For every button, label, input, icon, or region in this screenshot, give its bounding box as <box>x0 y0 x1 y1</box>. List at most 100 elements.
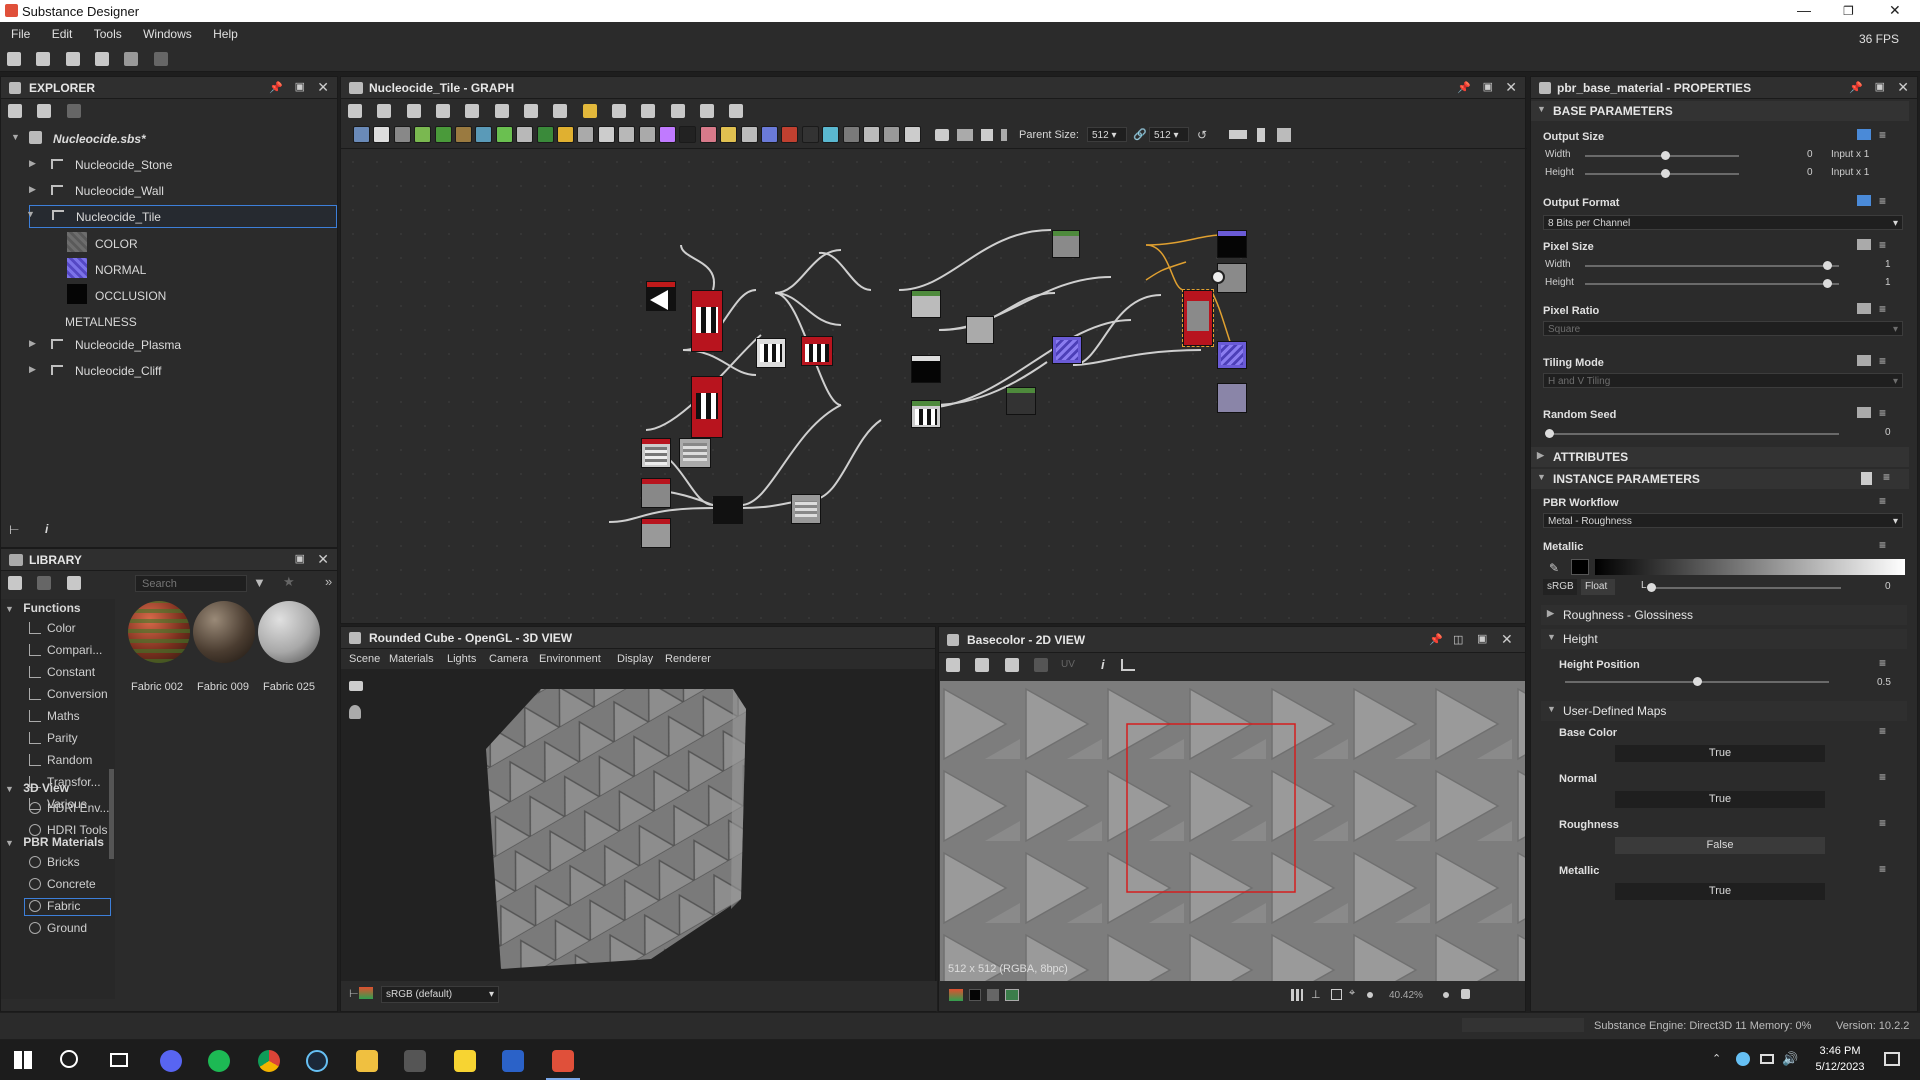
black-bg-icon[interactable] <box>969 989 981 1001</box>
category-3dview[interactable]: ▼ 3D View <box>5 781 69 795</box>
webstorm-icon[interactable] <box>502 1050 524 1072</box>
menu-icon[interactable]: ≡ <box>1879 494 1886 508</box>
save-icon[interactable] <box>975 658 990 672</box>
redo-icon[interactable] <box>153 52 168 66</box>
menu-icon[interactable]: ≡ <box>1883 470 1890 484</box>
output-width-relative[interactable]: Input x 1 <box>1831 149 1869 160</box>
height-position-value[interactable]: 0.5 <box>1877 677 1891 688</box>
output-format-dropdown[interactable]: 8 Bits per Channel ▾ <box>1543 215 1903 230</box>
pixel-height-value[interactable]: 1 <box>1885 277 1891 288</box>
reset-icon[interactable] <box>641 104 656 118</box>
tree-graph-stone[interactable]: ▶ Nucleocide_Stone <box>29 155 329 175</box>
graph-node-shape[interactable] <box>646 281 676 311</box>
menu-lights[interactable]: Lights <box>447 653 476 665</box>
chevron-right-icon[interactable]: ▶ <box>1547 608 1554 619</box>
metallic-slider[interactable] <box>1651 587 1841 589</box>
info-icon[interactable]: i <box>45 522 48 536</box>
pin-node-icon[interactable] <box>957 129 973 141</box>
group-height[interactable]: ▼ Height <box>1541 629 1907 649</box>
graph-node-height[interactable] <box>1052 230 1080 258</box>
center-icon[interactable]: ⌖ <box>1349 987 1355 1000</box>
close-icon[interactable]: ✕ <box>1505 79 1517 96</box>
chrome-icon[interactable] <box>258 1050 280 1072</box>
library-search-input[interactable] <box>135 575 247 592</box>
tool-icon[interactable] <box>670 104 685 118</box>
tree-icon[interactable]: ⊢ <box>349 987 359 1000</box>
tree-graph-plasma[interactable]: ▶ Nucleocide_Plasma <box>29 335 329 355</box>
export-icon[interactable] <box>946 658 960 672</box>
file-explorer-icon[interactable] <box>356 1050 378 1072</box>
new-graph-icon[interactable] <box>36 52 51 66</box>
pin-icon[interactable]: 📌 <box>1849 81 1863 94</box>
eyedropper-icon[interactable]: ✎ <box>1549 561 1559 575</box>
fit-icon[interactable] <box>1331 989 1342 1000</box>
view3d-viewport[interactable] <box>341 669 935 981</box>
save-package-icon[interactable] <box>8 104 22 118</box>
preset-icon[interactable] <box>1861 472 1872 485</box>
atomic-node-icon[interactable] <box>495 126 513 143</box>
atomic-node-icon[interactable] <box>455 126 472 143</box>
menu-tools[interactable]: Tools <box>83 22 129 41</box>
menu-icon[interactable]: ≡ <box>1879 354 1886 368</box>
menu-icon[interactable]: ≡ <box>1879 194 1886 208</box>
slider-knob[interactable] <box>1661 169 1670 178</box>
parent-size-a-dropdown[interactable]: 512 ▾ <box>1087 127 1127 142</box>
graph-node-pattern[interactable] <box>911 400 941 428</box>
output-width-value[interactable]: 0 <box>1807 149 1813 160</box>
task-view-icon[interactable] <box>110 1053 128 1067</box>
zoom-level[interactable]: 40.42% <box>1389 990 1423 1001</box>
chevron-down-icon[interactable]: ▼ <box>11 132 20 142</box>
atomic-node-icon[interactable] <box>638 126 656 143</box>
atomic-node-icon[interactable] <box>781 126 799 143</box>
inherit-icon[interactable] <box>1857 407 1871 418</box>
menu-icon[interactable]: ≡ <box>1879 238 1886 252</box>
output-height-value[interactable]: 0 <box>1807 167 1813 178</box>
menu-renderer[interactable]: Renderer <box>665 653 711 665</box>
refresh-icon[interactable] <box>37 576 52 590</box>
chevron-down-icon[interactable]: ▼ <box>5 604 14 614</box>
star-icon[interactable]: ★ <box>283 574 295 590</box>
tiling-mode-dropdown[interactable]: H and V Tiling ▾ <box>1543 373 1903 388</box>
pin-icon[interactable]: 📌 <box>1429 633 1443 646</box>
clock-time[interactable]: 3:46 PM <box>1808 1045 1872 1057</box>
library-item[interactable]: Compari... <box>29 643 102 657</box>
menu-help[interactable]: Help <box>202 22 245 41</box>
pixel-width-slider[interactable] <box>1585 265 1839 267</box>
atomic-node-icon[interactable] <box>842 126 860 143</box>
layers-icon[interactable] <box>949 989 963 1001</box>
crop-icon[interactable] <box>729 104 744 118</box>
chevron-down-icon[interactable]: ▼ <box>1537 104 1546 114</box>
open-icon[interactable] <box>65 52 80 66</box>
pbr-workflow-dropdown[interactable]: Metal - Roughness ▾ <box>1543 513 1903 528</box>
close-icon[interactable]: ✕ <box>317 551 329 568</box>
slider-knob[interactable] <box>1647 583 1656 592</box>
history-icon[interactable]: ↺ <box>1197 128 1207 142</box>
output-normal[interactable]: NORMAL <box>95 263 146 277</box>
graph-node-dark[interactable] <box>911 355 941 383</box>
close-icon[interactable]: ✕ <box>1501 631 1513 648</box>
histogram-icon[interactable] <box>1121 659 1135 671</box>
map-toggle-button[interactable]: False <box>1615 837 1825 854</box>
spotify-icon[interactable] <box>208 1050 230 1072</box>
menu-file[interactable]: File <box>0 22 37 41</box>
map-toggle-button[interactable]: True <box>1615 791 1825 808</box>
menu-edit[interactable]: Edit <box>41 22 80 41</box>
library-item[interactable]: HDRI Env... <box>29 801 109 815</box>
graph-node-output-roughness[interactable] <box>1217 383 1247 413</box>
pixel-height-slider[interactable] <box>1585 283 1839 285</box>
atomic-node-icon[interactable] <box>761 126 778 143</box>
atomic-node-icon[interactable] <box>414 126 432 143</box>
library-item[interactable]: Concrete <box>29 877 96 891</box>
tree-graph-cliff[interactable]: ▶ Nucleocide_Cliff <box>29 361 329 381</box>
category-functions[interactable]: ▼ Functions <box>5 601 81 615</box>
atomic-node-icon[interactable] <box>863 126 880 143</box>
menu-camera[interactable]: Camera <box>489 653 528 665</box>
edit-icon[interactable] <box>66 576 81 590</box>
package-row[interactable]: ▼ Nucleocide.sbs* <box>11 129 331 149</box>
random-seed-value[interactable]: 0 <box>1885 427 1891 438</box>
chevron-down-icon[interactable]: ▼ <box>26 209 35 219</box>
atomic-node-icon[interactable] <box>801 126 819 143</box>
section-attributes[interactable]: ▶ ATTRIBUTES <box>1531 447 1909 467</box>
close-icon[interactable]: ✕ <box>317 79 329 96</box>
graph-node-pbr-material[interactable] <box>1182 289 1214 347</box>
